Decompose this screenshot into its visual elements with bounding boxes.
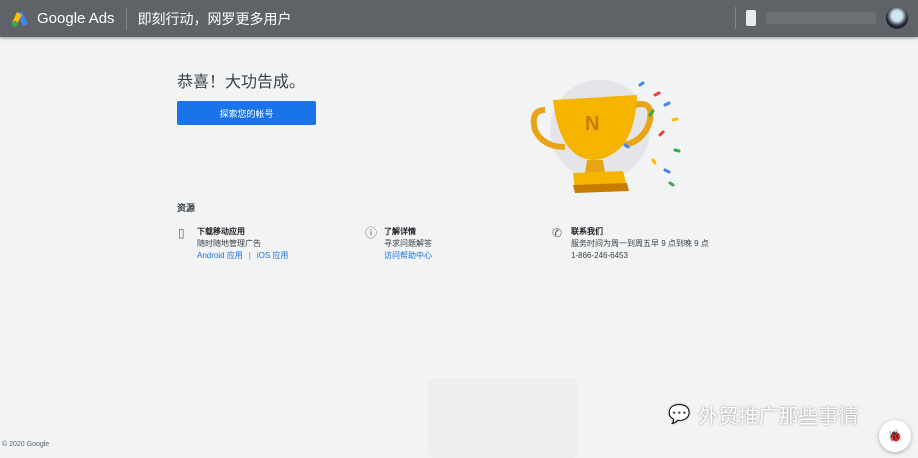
top-bar: Google Ads 即刻行动，网罗更多用户 — [0, 0, 918, 37]
resource-title: 了解详情 — [384, 227, 416, 236]
divider — [125, 7, 127, 30]
ios-app-link[interactable]: iOS 应用 — [257, 251, 289, 260]
watermark: 💬 外贸推广那些事情 — [668, 400, 858, 429]
resource-desc: 寻求问题解答 — [384, 239, 432, 248]
svg-text:N: N — [585, 113, 599, 135]
resource-desc: 服务时间为周一到周五早 9 点到晚 9 点 — [571, 239, 709, 248]
explore-account-button[interactable]: 探索您的帐号 — [177, 101, 316, 125]
phone-download-icon: ▯ — [178, 226, 185, 240]
brand-name[interactable]: Google Ads — [37, 10, 115, 27]
watermark-text: 外贸推广那些事情 — [698, 406, 859, 428]
bug-report-button[interactable]: 🐞 — [879, 420, 911, 452]
wechat-icon: 💬 — [668, 404, 691, 424]
copyright: © 2020 Google — [2, 441, 50, 448]
page-title: 恭喜！大功告成。 — [177, 74, 306, 91]
help-center-link[interactable]: 访问帮助中心 — [384, 251, 432, 260]
divider — [735, 7, 736, 29]
resources-heading: 资源 — [177, 203, 196, 213]
account-icon[interactable] — [746, 10, 756, 26]
phone-icon: ✆ — [552, 226, 563, 240]
avatar[interactable] — [886, 7, 908, 29]
resource-learn-more: ⓘ 了解详情 寻求问题解答 访问帮助中心 — [365, 226, 432, 262]
slogan: 即刻行动，网罗更多用户 — [137, 10, 292, 27]
google-ads-logo-icon — [12, 11, 28, 27]
link-divider: | — [248, 251, 251, 260]
faded-card — [428, 378, 578, 458]
phone-number: 1-866-246-6453 — [571, 251, 628, 260]
account-info[interactable] — [766, 12, 876, 24]
resource-mobile-app: ▯ 下载移动应用 随时随地管理广告 Android 应用 | iOS 应用 — [178, 226, 288, 262]
resource-title: 下载移动应用 — [197, 227, 245, 236]
resource-desc: 随时随地管理广告 — [197, 239, 261, 248]
resource-title: 联系我们 — [571, 227, 603, 236]
trophy-illustration: N — [530, 80, 681, 193]
bug-icon: 🐞 — [887, 429, 903, 443]
help-icon: ⓘ — [365, 226, 378, 240]
android-app-link[interactable]: Android 应用 — [197, 251, 243, 260]
resource-contact-us: ✆ 联系我们 服务时间为周一到周五早 9 点到晚 9 点 1-866-246-6… — [552, 226, 709, 262]
